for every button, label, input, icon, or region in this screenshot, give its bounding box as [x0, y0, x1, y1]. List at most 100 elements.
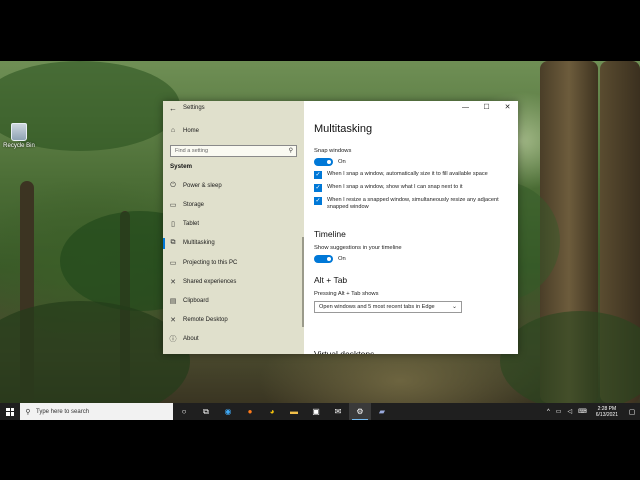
store-icon[interactable]: ▣: [305, 403, 327, 420]
page-content: Multitasking Snap windows On ✓ When I sna…: [314, 123, 514, 313]
sidebar-item-icon: ✕: [170, 317, 176, 325]
sidebar-item-label: Home: [183, 127, 200, 134]
sidebar-item-label: Clipboard: [183, 297, 209, 304]
notification-icon[interactable]: ▢: [624, 408, 640, 416]
sidebar-item-icon: ▭: [169, 201, 177, 209]
recycle-bin-icon: [11, 123, 27, 141]
snap-option-label: When I snap a window, show what I can sn…: [327, 184, 463, 190]
snap-options: ✓ When I snap a window, automatically siz…: [314, 171, 514, 211]
minimize-button[interactable]: —: [455, 101, 476, 115]
find-setting-placeholder: Find a setting: [175, 148, 209, 155]
timeline-toggle[interactable]: [314, 255, 333, 263]
checkbox-checked-icon[interactable]: ✓: [314, 184, 322, 192]
maximize-button[interactable]: ☐: [476, 101, 497, 115]
mail-icon[interactable]: ✉: [327, 403, 349, 420]
sidebar-item-storage[interactable]: ▭ Storage: [163, 195, 304, 214]
checkbox-checked-icon[interactable]: ✓: [314, 171, 322, 179]
edge-icon[interactable]: ◉: [217, 403, 239, 420]
chrome-icon[interactable]: ◕: [261, 403, 283, 420]
timeline-label: Show suggestions in your timeline: [314, 245, 402, 251]
sidebar-item-shared-experiences[interactable]: ✕ Shared experiences: [163, 272, 304, 291]
checkbox-checked-icon[interactable]: ✓: [314, 197, 322, 205]
settings-sidebar: ← Settings ⌂ Home Find a setting ⚲ Syste…: [163, 101, 304, 354]
firefox-icon[interactable]: ●: [239, 403, 261, 420]
sidebar-item-label: Multitasking: [183, 240, 215, 247]
sidebar-item-icon: ⓘ: [169, 336, 177, 344]
section-header: System: [170, 163, 193, 171]
fern-frond: [500, 311, 640, 403]
windows-logo-icon: [6, 407, 14, 416]
sidebar-item-label: Tablet: [183, 221, 200, 228]
settings-window: ← Settings ⌂ Home Find a setting ⚲ Syste…: [163, 101, 518, 354]
chevron-down-icon: ⌄: [451, 304, 457, 310]
chevron-up-icon[interactable]: ^: [544, 409, 553, 415]
taskbar-search-box[interactable]: ⚲ Type here to search: [20, 403, 173, 420]
system-tray: ^ ▭ ◁ ⌨ 2:28 PM 6/13/2021 ▢: [544, 403, 640, 420]
sidebar-item-icon: ⏻: [170, 181, 176, 189]
sidebar-item-clipboard[interactable]: ▤ Clipboard: [163, 291, 304, 310]
settings-main: — ☐ ✕ Multitasking Snap windows On ✓ When…: [304, 101, 518, 354]
virtual-desktops-heading: Virtual desktops: [314, 349, 375, 354]
search-icon: ⚲: [25, 408, 31, 416]
page-title: Multitasking: [314, 123, 373, 135]
recycle-bin-label: Recycle Bin: [3, 143, 35, 149]
sidebar-list: ⏻ Power & sleep ▭ Storage ▯ Tablet ⧉ Multitaski…: [163, 176, 304, 349]
close-button[interactable]: ✕: [497, 101, 518, 115]
clock[interactable]: 2:28 PM 6/13/2021: [590, 406, 624, 418]
volume-icon[interactable]: ◁: [564, 408, 575, 415]
title-bar: ← Settings: [163, 101, 304, 115]
back-arrow-icon[interactable]: ←: [163, 104, 183, 113]
photos-icon[interactable]: ▰: [371, 403, 393, 420]
fern-frond: [0, 301, 190, 403]
sidebar-item-label: About: [183, 336, 199, 343]
alt-tab-selected: Open windows and 5 most recent tabs in E…: [319, 304, 435, 310]
sidebar-item-label: Projecting to this PC: [183, 259, 238, 266]
find-setting-input[interactable]: Find a setting ⚲: [170, 145, 297, 158]
timeline-toggle-state: On: [338, 256, 346, 262]
sidebar-item-home[interactable]: ⌂ Home: [163, 121, 304, 140]
timeline-heading: Timeline: [314, 229, 346, 239]
recycle-bin[interactable]: Recycle Bin: [2, 123, 36, 149]
alt-tab-heading: Alt + Tab: [314, 275, 348, 285]
snap-option-label: When I resize a snapped window, simultan…: [327, 197, 499, 210]
alt-tab-dropdown[interactable]: Open windows and 5 most recent tabs in E…: [314, 301, 462, 313]
alt-tab-label: Pressing Alt + Tab shows: [314, 291, 379, 297]
network-icon[interactable]: ▭: [553, 408, 565, 415]
sidebar-item-icon: ⧉: [170, 239, 176, 247]
sidebar-item-power-sleep[interactable]: ⏻ Power & sleep: [163, 176, 304, 195]
timeline-toggle-row: On: [314, 255, 514, 263]
sidebar-item-icon: ▭: [169, 259, 177, 267]
sidebar-item-tablet[interactable]: ▯ Tablet: [163, 215, 304, 234]
caption-buttons: — ☐ ✕: [455, 101, 518, 115]
sidebar-item-label: Storage: [183, 201, 205, 208]
task-view-icon[interactable]: ⧉: [195, 403, 217, 420]
clock-date: 6/13/2021: [595, 411, 618, 418]
sidebar-item-about[interactable]: ⓘ About: [163, 330, 304, 349]
sidebar-item-multitasking[interactable]: ⧉ Multitasking: [163, 234, 304, 253]
start-button[interactable]: [0, 403, 20, 420]
home-icon: ⌂: [170, 127, 176, 135]
snap-windows-label: Snap windows: [314, 148, 352, 154]
snap-toggle-state: On: [338, 159, 346, 165]
taskbar: ⚲ Type here to search ○ ⧉ ◉ ● ◕ ▬ ▣ ✉ ⚙ …: [0, 403, 640, 420]
snap-option-checkbox-row[interactable]: ✓ When I snap a window, automatically siz…: [314, 171, 514, 179]
snap-option-label: When I snap a window, automatically size…: [327, 171, 488, 177]
window-title: Settings: [183, 105, 205, 111]
sidebar-item-projecting-to-this-pc[interactable]: ▭ Projecting to this PC: [163, 253, 304, 272]
search-icon: ⚲: [288, 148, 293, 155]
sidebar-item-icon: ▤: [169, 297, 177, 305]
input-icon[interactable]: ⌨: [575, 408, 590, 415]
file-explorer-icon[interactable]: ▬: [283, 403, 305, 420]
clock-time: 2:28 PM: [597, 405, 617, 412]
screen: Recycle Bin ← Settings ⌂ Home Find a set…: [0, 0, 640, 480]
sidebar-item-icon: ▯: [171, 221, 175, 229]
sidebar-item-remote-desktop[interactable]: ✕ Remote Desktop: [163, 311, 304, 330]
cortana-icon[interactable]: ○: [173, 403, 195, 420]
snap-option-checkbox-row[interactable]: ✓ When I resize a snapped window, simulta…: [314, 197, 514, 211]
snap-windows-toggle[interactable]: [314, 158, 333, 166]
snap-windows-toggle-row: On: [314, 158, 514, 166]
sidebar-item-label: Power & sleep: [183, 182, 222, 189]
snap-option-checkbox-row[interactable]: ✓ When I snap a window, show what I can s…: [314, 184, 514, 192]
sidebar-item-label: Remote Desktop: [183, 317, 228, 324]
settings-gear-icon[interactable]: ⚙: [349, 403, 371, 420]
